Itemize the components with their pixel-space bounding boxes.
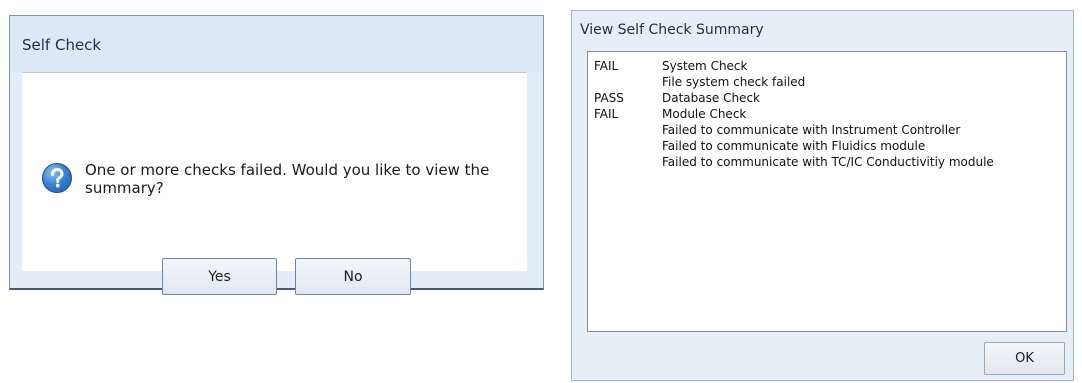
status-label: PASS [594, 91, 624, 105]
question-icon [42, 163, 72, 193]
self-check-titlebar[interactable]: Self Check [10, 16, 543, 72]
summary-list[interactable]: FAIL System Check File system check fail… [587, 51, 1067, 332]
no-button[interactable]: No [295, 258, 411, 295]
check-text: Failed to communicate with Fluidics modu… [662, 139, 926, 153]
check-text: Failed to communicate with TC/IC Conduct… [662, 155, 994, 169]
self-check-client: One or more checks failed. Would you lik… [22, 72, 527, 295]
status-label: FAIL [594, 59, 619, 73]
check-text: File system check failed [662, 75, 806, 89]
self-check-message: One or more checks failed. Would you lik… [85, 161, 490, 197]
check-text: Failed to communicate with Instrument Co… [662, 123, 961, 137]
self-check-dialog: Self Check One or more checks failed. Wo… [9, 15, 544, 295]
ok-button[interactable]: OK [984, 342, 1065, 375]
status-label: FAIL [594, 107, 619, 121]
yes-button[interactable]: Yes [162, 258, 277, 295]
summary-dialog: View Self Check Summary FAIL System Chec… [571, 10, 1074, 381]
check-text: Module Check [662, 107, 747, 121]
summary-title: View Self Check Summary [580, 22, 764, 38]
self-check-title: Self Check [22, 36, 102, 54]
check-text: System Check [662, 59, 748, 73]
check-text: Database Check [662, 91, 760, 105]
